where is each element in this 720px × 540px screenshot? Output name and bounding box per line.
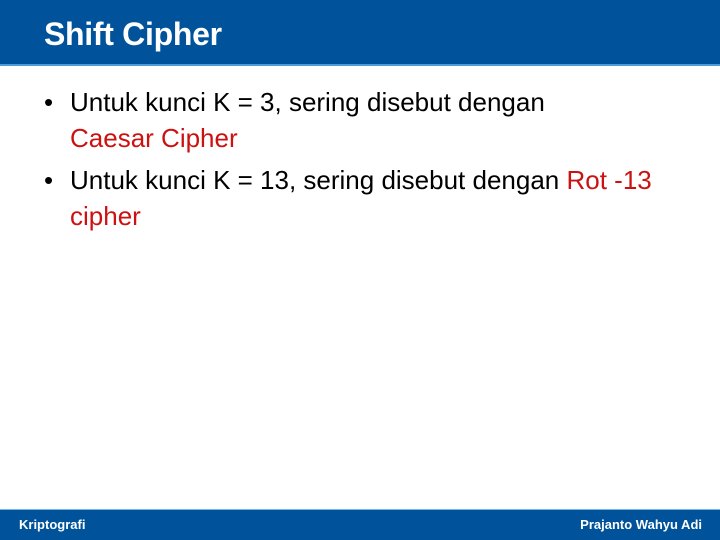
slide-header: Shift Cipher bbox=[0, 0, 720, 66]
bullet-marker: • bbox=[44, 87, 54, 117]
bullet-marker: • bbox=[44, 165, 54, 195]
slide-footer: Kriptografi Prajanto Wahyu Adi bbox=[0, 509, 720, 540]
footer-course-label: Kriptografi bbox=[19, 517, 86, 532]
bullet-highlight: Caesar Cipher bbox=[70, 123, 238, 153]
bullet-text: Untuk kunci K = 13, sering disebut denga… bbox=[70, 165, 567, 195]
bullet-text: Untuk kunci K = 3, sering disebut dengan bbox=[70, 87, 545, 117]
slide-content: • Untuk kunci K = 3, sering disebut deng… bbox=[44, 84, 680, 240]
bullet-item: • Untuk kunci K = 3, sering disebut deng… bbox=[44, 84, 680, 156]
bullet-item: • Untuk kunci K = 13, sering disebut den… bbox=[44, 162, 680, 234]
slide-title: Shift Cipher bbox=[44, 16, 222, 52]
footer-author-label: Prajanto Wahyu Adi bbox=[580, 517, 702, 532]
